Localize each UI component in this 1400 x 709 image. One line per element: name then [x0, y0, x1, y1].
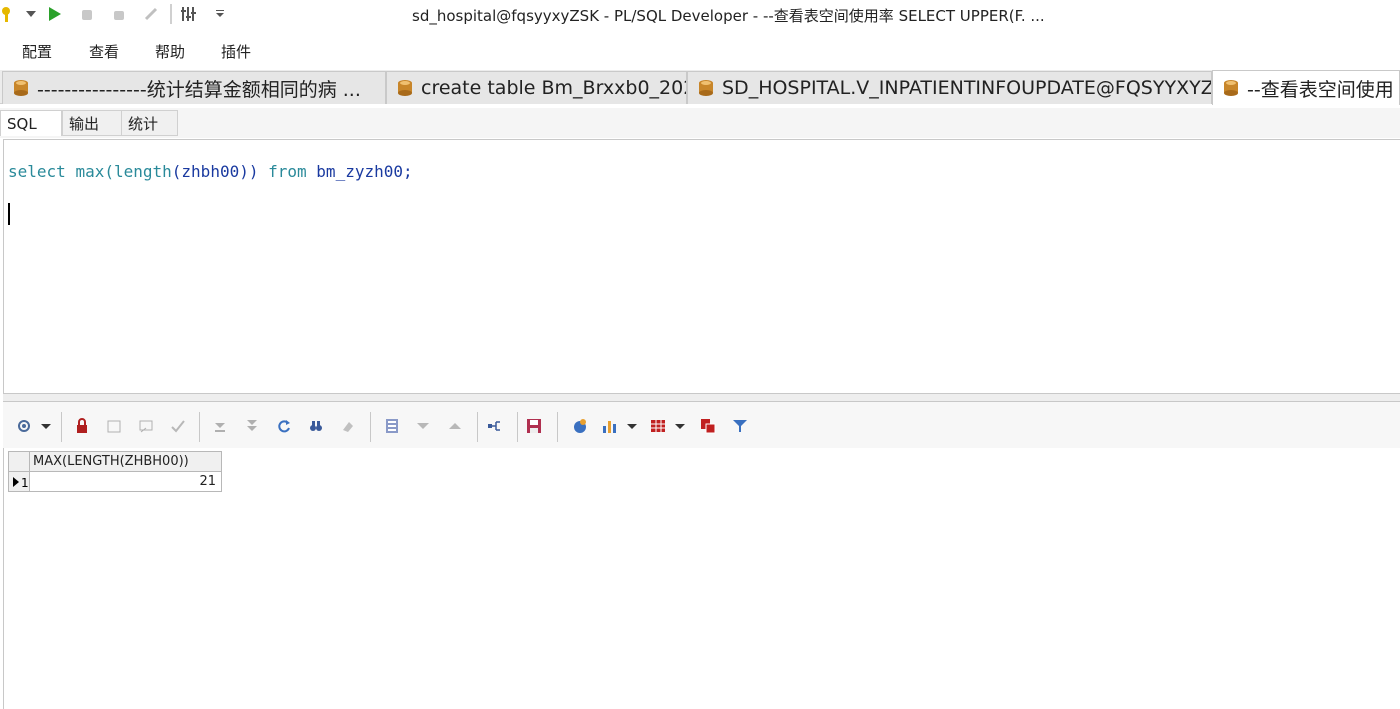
grid-cell[interactable]: 21: [29, 471, 222, 492]
rollback-icon[interactable]: [142, 4, 160, 24]
dropdown-arrow-icon[interactable]: [24, 4, 38, 24]
database-icon: [1224, 80, 1238, 96]
customize-icon[interactable]: [178, 4, 198, 24]
doc-tab-4-active[interactable]: --查看表空间使用: [1212, 70, 1400, 105]
menu-help[interactable]: 帮助: [155, 41, 185, 62]
toolbar-separator: [477, 412, 478, 442]
save-icon[interactable]: [525, 417, 543, 435]
export-globe-icon[interactable]: [571, 417, 589, 435]
compare-records-icon[interactable]: [699, 417, 717, 435]
table-name: bm_zyzh00;: [316, 162, 413, 181]
fetch-next-icon[interactable]: [211, 417, 229, 435]
menu-plugins[interactable]: 插件: [221, 41, 251, 62]
doc-tab-2[interactable]: create table Bm_Brxxb0_202 ...: [386, 71, 687, 104]
open-paren: (: [104, 162, 114, 181]
toolbar-divider: [170, 4, 172, 24]
filter-icon[interactable]: [731, 417, 749, 435]
toolbar-separator: [557, 412, 558, 442]
column-ref: (zhbh00)): [171, 162, 259, 181]
result-toolbar: [3, 402, 1400, 448]
stop-icon[interactable]: [78, 4, 96, 24]
chart-dropdown-icon[interactable]: [627, 424, 637, 429]
settings-gear-icon[interactable]: [15, 417, 33, 435]
database-icon: [398, 80, 412, 96]
grid-corner[interactable]: [8, 451, 30, 472]
row-number: 1: [21, 476, 29, 490]
key-icon[interactable]: [0, 4, 16, 24]
function-max: max: [75, 162, 105, 181]
editor-subtabs: SQL 输出 统计: [0, 108, 1400, 138]
settings-dropdown-icon[interactable]: [41, 424, 51, 429]
find-binoculars-icon[interactable]: [307, 417, 325, 435]
toolbar-separator: [199, 412, 200, 442]
single-record-view-icon[interactable]: [383, 417, 401, 435]
pane-splitter[interactable]: [3, 393, 1400, 402]
insert-record-icon[interactable]: [105, 417, 123, 435]
tab-statistics[interactable]: 统计: [121, 110, 178, 136]
toolbar-separator: [517, 412, 518, 442]
doc-tab-label: ----------------统计结算金额相同的病 ...: [37, 78, 361, 101]
post-changes-check-icon[interactable]: [169, 417, 187, 435]
result-grid-area: MAX(LENGTH(ZHBH00)) 1 21: [3, 448, 1400, 709]
text-caret: [8, 203, 10, 225]
grid-table-icon[interactable]: [649, 417, 667, 435]
chart-icon[interactable]: [601, 417, 619, 435]
window-title: sd_hospital@fqsyyxyZSK - PL/SQL Develope…: [412, 7, 1045, 25]
execute-icon[interactable]: [46, 4, 64, 24]
doc-tab-label: --查看表空间使用: [1247, 78, 1394, 101]
sql-code-line: select max(length(zhbh00)) from bm_zyzh0…: [8, 162, 413, 181]
menu-view[interactable]: 查看: [89, 41, 119, 62]
delete-record-icon[interactable]: [137, 417, 155, 435]
toolbar-separator: [61, 412, 62, 442]
refresh-icon[interactable]: [275, 417, 293, 435]
query-by-example-icon[interactable]: [485, 417, 503, 435]
lock-icon[interactable]: [73, 417, 91, 435]
doc-tab-label: SD_HOSPITAL.V_INPATIENTINFOUPDATE@FQSYYX…: [722, 77, 1212, 99]
grid-dropdown-icon[interactable]: [675, 424, 685, 429]
toolbar-separator: [370, 412, 371, 442]
column-header[interactable]: MAX(LENGTH(ZHBH00)): [29, 451, 222, 472]
title-bar: sd_hospital@fqsyyxyZSK - PL/SQL Develope…: [0, 0, 1400, 28]
row-indicator[interactable]: 1: [8, 471, 30, 492]
database-icon: [14, 80, 28, 96]
sql-editor[interactable]: select max(length(zhbh00)) from bm_zyzh0…: [3, 139, 1400, 393]
tab-output[interactable]: 输出: [62, 110, 122, 136]
fetch-last-icon[interactable]: [243, 417, 261, 435]
menu-configure[interactable]: 配置: [22, 41, 52, 62]
quick-access-dropdown-icon[interactable]: [214, 4, 226, 24]
doc-tab-3[interactable]: SD_HOSPITAL.V_INPATIENTINFOUPDATE@FQSYYX…: [687, 71, 1212, 104]
previous-page-icon[interactable]: [446, 417, 464, 435]
table-row[interactable]: 1 21: [8, 471, 222, 492]
menu-bar: 配置 查看 帮助 插件: [0, 36, 1400, 66]
document-tabs: ----------------统计结算金额相同的病 ... create ta…: [0, 70, 1400, 105]
result-grid: MAX(LENGTH(ZHBH00)) 1 21: [8, 451, 222, 492]
tab-sql[interactable]: SQL: [0, 110, 62, 136]
commit-icon[interactable]: [110, 4, 128, 24]
keyword-select: select: [8, 162, 66, 181]
keyword-from: from: [268, 162, 307, 181]
doc-tab-label: create table Bm_Brxxb0_202 ...: [421, 77, 687, 99]
next-page-icon[interactable]: [414, 417, 432, 435]
doc-tab-1[interactable]: ----------------统计结算金额相同的病 ...: [2, 71, 386, 104]
database-icon: [699, 80, 713, 96]
clear-eraser-icon[interactable]: [339, 417, 357, 435]
function-length: length: [113, 162, 172, 181]
